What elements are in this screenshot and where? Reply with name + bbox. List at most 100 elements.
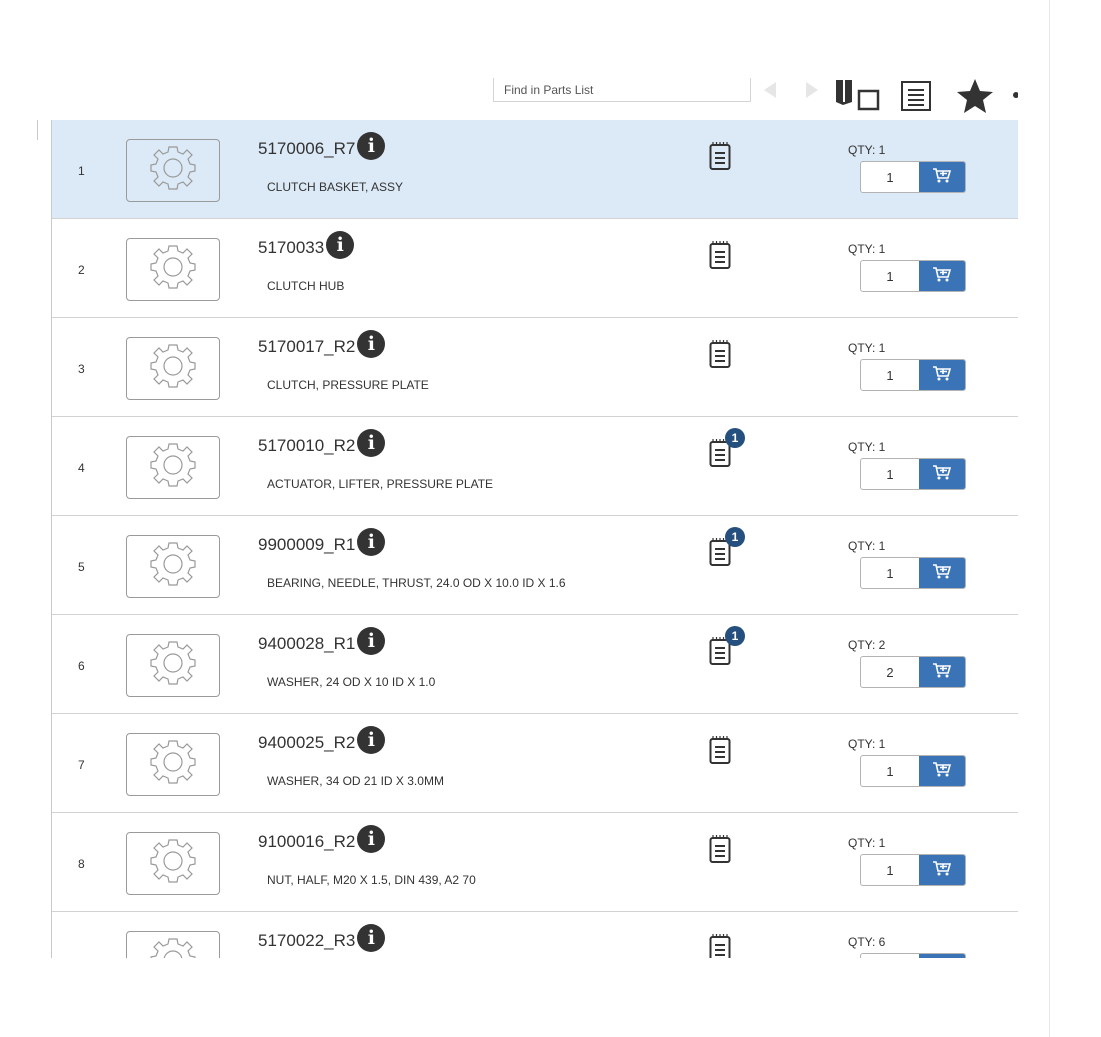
qty-input[interactable]	[861, 954, 919, 958]
part-row[interactable]: 5 9900009_R1 i BEARING, NEEDLE, THRUST, 24.…	[52, 516, 1018, 615]
part-thumbnail[interactable]	[126, 139, 220, 202]
info-icon[interactable]: i	[357, 330, 386, 358]
qty-input[interactable]	[861, 657, 919, 687]
notes-icon[interactable]	[709, 834, 731, 864]
info-icon[interactable]: i	[357, 627, 386, 655]
qty-label: QTY: 1	[848, 440, 886, 454]
part-row[interactable]: 4 5170010_R2 i ACTUATOR, LIFTER, PRESSURE P…	[52, 417, 1018, 516]
prev-arrow-icon[interactable]	[760, 80, 780, 100]
part-thumbnail[interactable]	[126, 931, 220, 958]
add-to-cart-button[interactable]	[919, 855, 965, 885]
part-thumbnail[interactable]	[126, 733, 220, 796]
cart-icon	[932, 761, 952, 782]
qty-add-to-cart	[860, 161, 966, 193]
notes-count-badge: 1	[725, 626, 745, 646]
part-number[interactable]: 5170022_R3	[258, 931, 355, 951]
part-number[interactable]: 5170033	[258, 238, 324, 258]
info-icon[interactable]: i	[357, 726, 386, 754]
part-row[interactable]: 6 9400028_R1 i WASHER, 24 OD X 10 ID X 1.0 1…	[52, 615, 1018, 714]
next-arrow-icon[interactable]	[802, 80, 822, 100]
find-in-parts-list-input[interactable]	[493, 78, 751, 102]
part-thumbnail[interactable]	[126, 832, 220, 895]
part-thumbnail[interactable]	[126, 238, 220, 301]
part-row[interactable]: 2 5170033 i CLUTCH HUB QTY: 1	[52, 219, 1018, 318]
qty-input[interactable]	[861, 162, 919, 192]
notes-icon[interactable]	[709, 933, 731, 958]
info-icon[interactable]: i	[357, 528, 386, 556]
part-number[interactable]: 5170017_R2	[258, 337, 355, 357]
part-thumbnail[interactable]	[126, 535, 220, 598]
notes-icon[interactable]	[709, 240, 731, 270]
add-to-cart-button[interactable]	[919, 162, 965, 192]
info-icon[interactable]: i	[357, 132, 386, 160]
qty-label: QTY: 6	[848, 935, 886, 949]
part-number-line: 5170006_R7 i	[258, 132, 386, 160]
qty-add-to-cart	[860, 953, 966, 958]
part-row[interactable]: 3 5170017_R2 i CLUTCH, PRESSURE PLATE QTY: 1	[52, 318, 1018, 417]
part-description: CLUTCH, PRESSURE PLATE	[267, 378, 429, 392]
part-item-number: 9	[78, 956, 85, 958]
add-to-cart-button[interactable]	[919, 261, 965, 291]
info-icon[interactable]: i	[357, 825, 386, 853]
qty-input[interactable]	[861, 756, 919, 786]
gear-icon	[138, 633, 208, 698]
part-number[interactable]: 9400028_R1	[258, 634, 355, 654]
part-row[interactable]: 9 5170022_R3i QTY: 6	[52, 912, 1018, 958]
notes-count-badge: 1	[725, 428, 745, 448]
part-number[interactable]: 5170006_R7	[258, 139, 355, 159]
compare-books-icon[interactable]	[832, 76, 882, 112]
qty-input[interactable]	[861, 261, 919, 291]
part-thumbnail[interactable]	[126, 634, 220, 697]
part-thumbnail[interactable]	[126, 337, 220, 400]
more-icon[interactable]	[1006, 84, 1018, 108]
gear-icon	[138, 732, 208, 797]
list-border-tick	[37, 120, 38, 140]
gear-icon	[138, 336, 208, 401]
part-description: CLUTCH HUB	[267, 279, 345, 293]
parts-list-icon[interactable]	[897, 78, 935, 114]
part-item-number: 7	[78, 758, 85, 772]
notes-icon[interactable]: 1	[709, 527, 745, 567]
part-description: ACTUATOR, LIFTER, PRESSURE PLATE	[267, 477, 494, 491]
qty-add-to-cart	[860, 260, 966, 292]
info-icon[interactable]: i	[357, 924, 386, 952]
qty-input[interactable]	[861, 558, 919, 588]
add-to-cart-button[interactable]	[919, 558, 965, 588]
add-to-cart-button[interactable]	[919, 657, 965, 687]
qty-label: QTY: 1	[848, 242, 886, 256]
part-row[interactable]: 7 9400025_R2 i WASHER, 34 OD 21 ID X 3.0MM Q…	[52, 714, 1018, 813]
qty-input[interactable]	[861, 459, 919, 489]
add-to-cart-button[interactable]	[919, 459, 965, 489]
notes-icon[interactable]	[709, 735, 731, 765]
part-item-number: 1	[78, 164, 85, 178]
part-number[interactable]: 9900009_R1	[258, 535, 355, 555]
star-icon[interactable]	[953, 78, 997, 114]
part-item-number: 2	[78, 263, 85, 277]
notes-icon[interactable]: 1	[709, 626, 745, 666]
part-row[interactable]: 8 9100016_R2 i NUT, HALF, M20 X 1.5, DIN 43…	[52, 813, 1018, 912]
qty-input[interactable]	[861, 360, 919, 390]
gear-icon	[138, 831, 208, 896]
qty-input[interactable]	[861, 855, 919, 885]
qty-add-to-cart	[860, 359, 966, 391]
info-icon[interactable]: i	[357, 429, 386, 457]
panel-divider	[1049, 0, 1050, 1037]
add-to-cart-button[interactable]	[919, 756, 965, 786]
part-description: WASHER, 24 OD X 10 ID X 1.0	[267, 675, 436, 689]
notes-icon[interactable]	[709, 339, 731, 369]
notes-icon[interactable]: 1	[709, 428, 745, 468]
part-row[interactable]: 1 5170006_R7 i CLUTCH BASKET, ASSY QTY: 1	[52, 120, 1018, 219]
part-description: BEARING, NEEDLE, THRUST, 24.0 OD X 10.0 …	[267, 576, 566, 590]
qty-add-to-cart	[860, 557, 966, 589]
part-number[interactable]: 5170010_R2	[258, 436, 355, 456]
part-thumbnail[interactable]	[126, 436, 220, 499]
add-to-cart-button[interactable]	[919, 360, 965, 390]
notes-icon[interactable]	[709, 141, 731, 171]
part-number[interactable]: 9400025_R2	[258, 733, 355, 753]
cart-icon	[932, 365, 952, 386]
part-number[interactable]: 9100016_R2	[258, 832, 355, 852]
part-number-line: 9400028_R1 i	[258, 627, 386, 655]
part-number-line: 5170017_R2 i	[258, 330, 386, 358]
info-icon[interactable]: i	[326, 231, 355, 259]
add-to-cart-button[interactable]	[919, 954, 965, 958]
